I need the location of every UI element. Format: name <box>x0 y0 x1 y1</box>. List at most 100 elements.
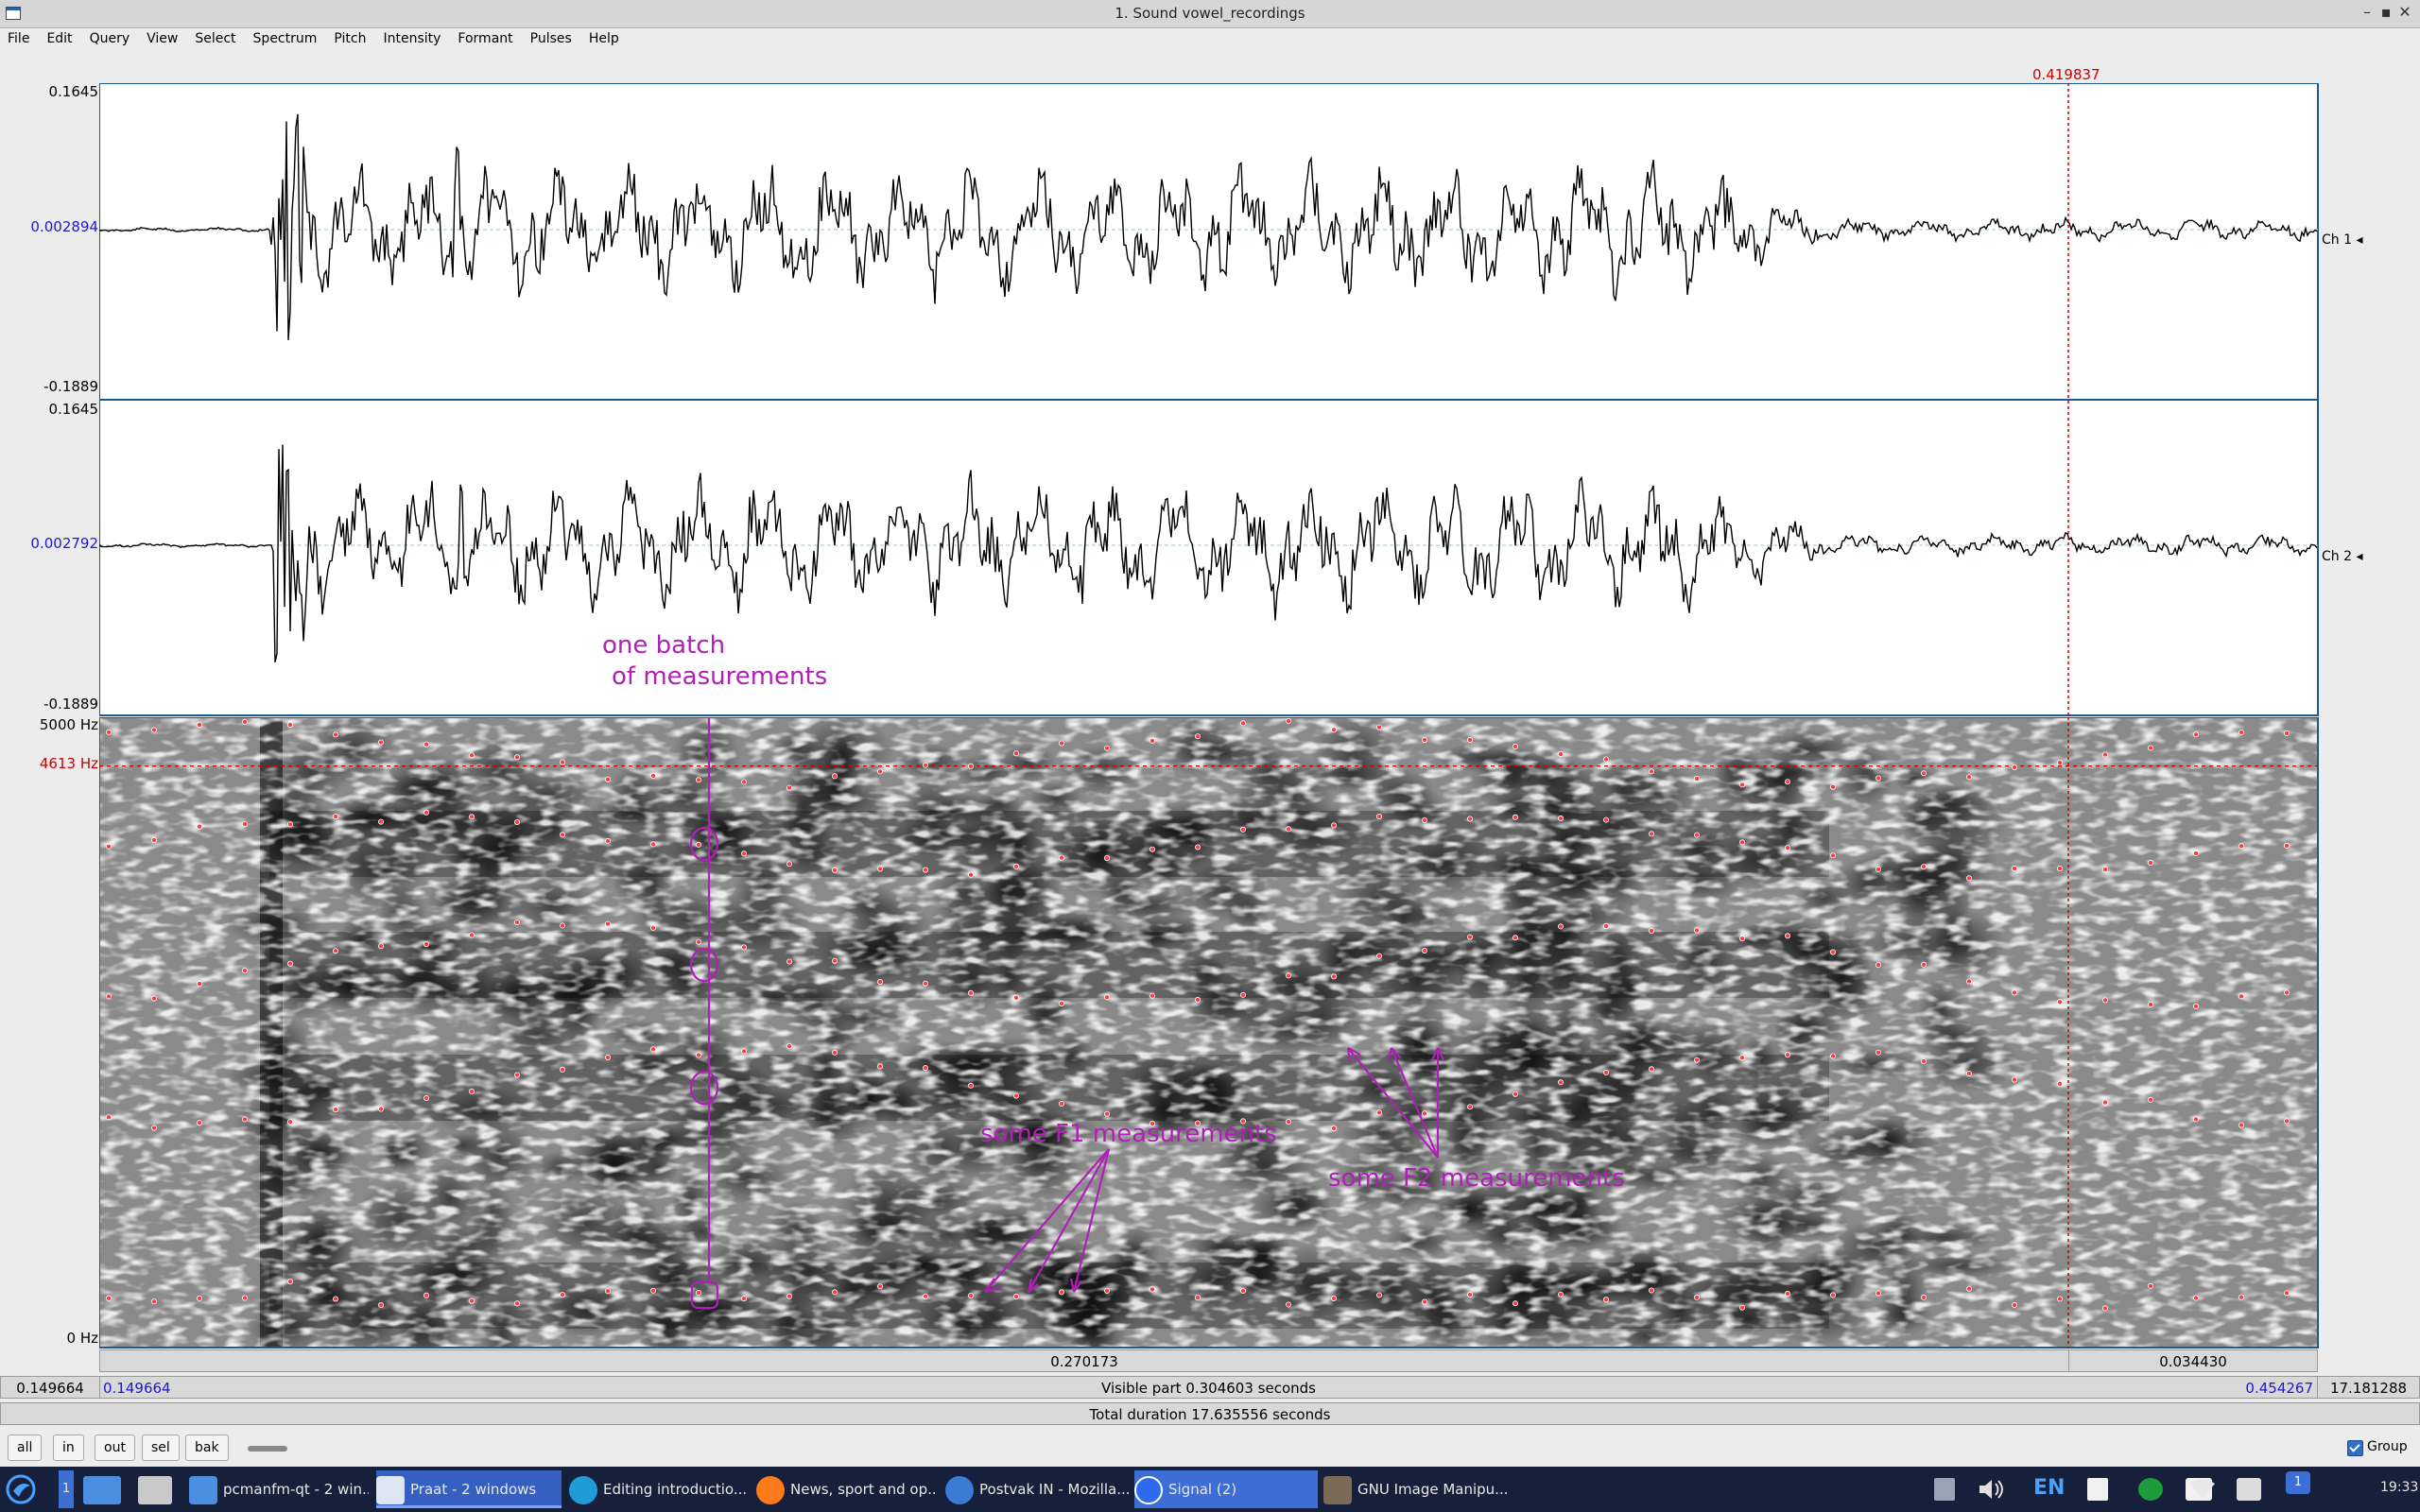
formant-point <box>2238 1122 2244 1128</box>
formant-point <box>923 1293 929 1299</box>
formant-point <box>332 1296 338 1302</box>
ch1-min-label: -0.1889 <box>43 378 98 395</box>
formant-point <box>1739 1304 1746 1311</box>
spectrogram-panel[interactable] <box>99 717 2319 1349</box>
formant-point <box>1512 1091 1519 1097</box>
update-icon[interactable] <box>2138 1478 2163 1501</box>
formant-point <box>832 957 838 964</box>
taskbar-item-edge[interactable]: Editing introductio... <box>569 1470 749 1508</box>
taskbar-item-praat[interactable]: Praat - 2 windows <box>376 1470 562 1508</box>
formant-point <box>1286 972 1292 979</box>
total-duration-bar[interactable]: Total duration 17.635556 seconds <box>0 1402 2420 1425</box>
title-bar: 1. Sound vowel_recordings – ▪ ✕ <box>0 0 2420 28</box>
channel-1-label[interactable]: Ch 1 ◂ <box>2322 232 2363 248</box>
formant-point <box>1240 826 1247 833</box>
outer-right-time[interactable]: 17.181288 <box>2317 1376 2420 1399</box>
formant-point <box>423 741 429 747</box>
ch2-min-label: -0.1889 <box>43 696 98 713</box>
view-all-button[interactable]: all <box>8 1435 43 1461</box>
menu-file[interactable]: File <box>0 28 38 51</box>
maximize-icon[interactable]: ▪ <box>2376 3 2396 21</box>
formant-point <box>968 763 975 769</box>
formant-point <box>741 944 748 951</box>
formant-point <box>1785 845 1791 851</box>
formant-point <box>877 1063 884 1070</box>
formant-point <box>1966 774 1973 781</box>
wifi-icon[interactable] <box>2188 1478 2217 1501</box>
workspace-indicator[interactable]: 1 <box>59 1470 74 1508</box>
menu-query[interactable]: Query <box>81 28 139 51</box>
formant-point <box>1603 1069 1610 1075</box>
segment-right[interactable]: 0.034430 <box>2068 1349 2318 1372</box>
minimize-icon[interactable]: – <box>2357 3 2377 21</box>
file-manager-icon[interactable] <box>138 1476 172 1504</box>
menu-view[interactable]: View <box>138 28 186 51</box>
tray-icon[interactable] <box>1934 1478 1955 1501</box>
formant-point <box>1376 953 1383 959</box>
taskbar-item-signal[interactable]: Signal (2) <box>1134 1470 1318 1508</box>
menu-pitch[interactable]: Pitch <box>325 28 374 51</box>
formant-point <box>605 1054 612 1060</box>
formant-point <box>877 978 884 985</box>
waveform-panel[interactable] <box>99 83 2319 716</box>
group-checkbox[interactable] <box>2347 1440 2363 1456</box>
formant-point <box>1104 745 1111 751</box>
formant-point <box>468 814 475 820</box>
formant-point <box>1830 783 1837 790</box>
horizontal-scrollbar[interactable] <box>248 1446 287 1452</box>
zoom-out-button[interactable]: out <box>95 1435 135 1461</box>
clipboard-icon[interactable] <box>2087 1478 2108 1501</box>
volume-icon[interactable] <box>1978 1478 2006 1501</box>
menu-intensity[interactable]: Intensity <box>374 28 449 51</box>
menu-select[interactable]: Select <box>186 28 244 51</box>
formant-point <box>1603 756 1610 763</box>
clock[interactable]: 19:33 <box>2380 1480 2418 1495</box>
zoom-in-button[interactable]: in <box>53 1435 84 1461</box>
taskbar-item-pcmanfm[interactable]: pcmanfm-qt - 2 win... <box>189 1470 369 1508</box>
formant-point <box>423 1292 429 1298</box>
taskbar-item-firefox[interactable]: News, sport and op... <box>756 1470 938 1508</box>
formant-point <box>559 759 565 765</box>
dropbox-icon[interactable] <box>2237 1478 2261 1501</box>
menu-pulses[interactable]: Pulses <box>522 28 580 51</box>
formant-point <box>2056 760 2063 766</box>
zoom-selection-button[interactable]: sel <box>142 1435 180 1461</box>
desktop-icon[interactable] <box>83 1476 121 1504</box>
formant-point <box>2283 1118 2290 1125</box>
formant-point <box>1603 816 1610 823</box>
formant-point <box>197 1295 203 1301</box>
formant-point <box>696 1052 702 1058</box>
time-bar-visible: 0.149664 0.149664 Visible part 0.304603 … <box>0 1376 2420 1400</box>
menu-spectrum[interactable]: Spectrum <box>245 28 326 51</box>
formant-point <box>1558 751 1564 758</box>
formant-point <box>1422 817 1428 824</box>
formant-point <box>241 1295 248 1301</box>
formant-point <box>923 980 929 987</box>
formant-point <box>513 1072 520 1078</box>
outer-left-time[interactable]: 0.149664 <box>0 1376 100 1399</box>
menu-help[interactable]: Help <box>580 28 628 51</box>
segment-left[interactable]: 0.270173 <box>99 1349 2069 1372</box>
formant-point <box>1649 768 1655 775</box>
notification-badge[interactable]: 1 <box>2286 1471 2310 1494</box>
formant-point <box>377 739 384 746</box>
channel-2-label[interactable]: Ch 2 ◂ <box>2322 549 2363 564</box>
zoom-back-button[interactable]: bak <box>185 1435 229 1461</box>
close-icon[interactable]: ✕ <box>2394 3 2415 21</box>
formant-point <box>2056 1296 2063 1302</box>
taskbar-item-thunderbird[interactable]: Postvak IN - Mozilla... <box>945 1470 1129 1508</box>
spectrogram-texture <box>99 717 2318 1348</box>
visible-end-time: 0.454267 <box>2245 1380 2313 1397</box>
keyboard-layout[interactable]: EN <box>2033 1476 2065 1500</box>
formant-point <box>2192 731 2199 738</box>
formant-point <box>923 762 929 768</box>
formant-point <box>2012 866 2018 872</box>
taskbar-item-gimp[interactable]: GNU Image Manipu... <box>1323 1470 1507 1508</box>
menu-formant[interactable]: Formant <box>449 28 521 51</box>
visible-part-bar[interactable]: 0.149664 Visible part 0.304603 seconds 0… <box>99 1376 2318 1399</box>
start-menu-icon[interactable] <box>6 1474 36 1504</box>
formant-point <box>1195 844 1201 850</box>
formant-point <box>377 943 384 950</box>
menu-edit[interactable]: Edit <box>38 28 80 51</box>
spec-cursor-label: 4613 Hz <box>39 755 98 772</box>
